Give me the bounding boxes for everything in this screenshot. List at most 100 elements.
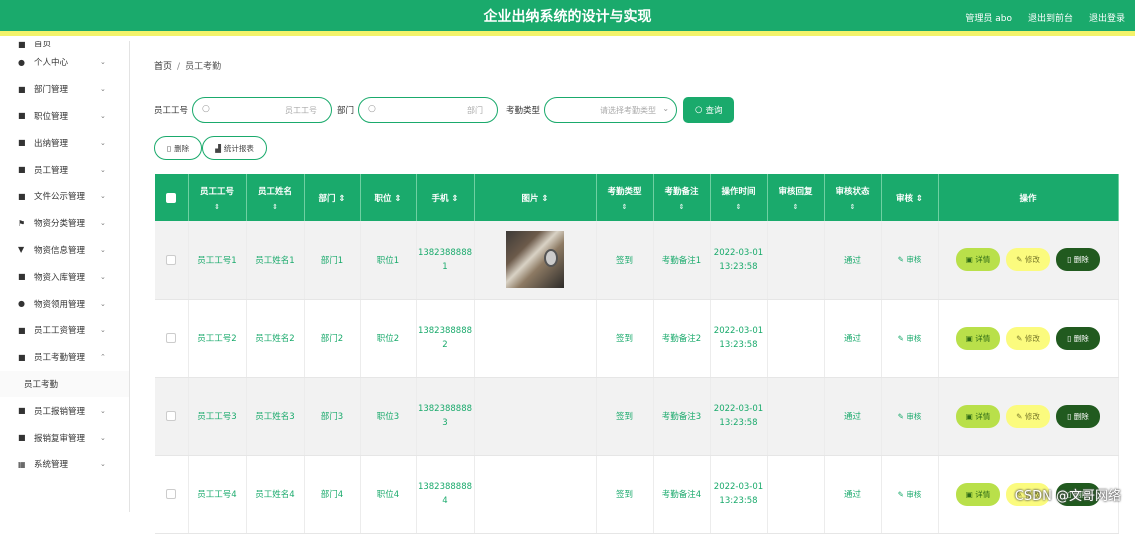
col-header[interactable]: 图片 ⇕ bbox=[474, 174, 596, 221]
col-header-label: 审核状态 bbox=[835, 187, 869, 197]
cell-reply bbox=[767, 221, 824, 299]
cell-emp-no: 员工工号1 bbox=[188, 221, 246, 299]
detail-button[interactable]: ▣ 详情 bbox=[956, 483, 1000, 506]
cell-remark: 考勤备注2 bbox=[653, 299, 710, 377]
row-checkbox[interactable] bbox=[166, 489, 176, 499]
select-all-checkbox[interactable] bbox=[166, 193, 176, 203]
back-to-front-link[interactable]: 退出到前台 bbox=[1028, 11, 1073, 24]
col-header[interactable]: 考勤备注⇕ bbox=[653, 174, 710, 221]
review-link[interactable]: ✎ 审核 bbox=[898, 334, 922, 343]
sidebar-item-label: 个人中心 bbox=[34, 56, 68, 68]
cell-status: 通过 bbox=[824, 377, 881, 455]
cell-reply bbox=[767, 299, 824, 377]
row-select-cell bbox=[155, 377, 188, 455]
sidebar-item-file-notice[interactable]: ■ 文件公示管理 ⌄ bbox=[0, 183, 129, 210]
row-checkbox[interactable] bbox=[166, 411, 176, 421]
col-header[interactable]: 员工姓名⇕ bbox=[246, 174, 304, 221]
trash-icon: ▯ bbox=[167, 144, 171, 153]
header-actions: 管理员 abo 退出到前台 退出登录 bbox=[965, 11, 1125, 24]
table-body: 员工工号1 员工姓名1 部门1 职位1 13823888881 签到 考勤备注1… bbox=[155, 221, 1118, 533]
review-link[interactable]: ✎ 审核 bbox=[898, 412, 922, 421]
sidebar-item-system[interactable]: ▦ 系统管理 ⌄ bbox=[0, 451, 129, 478]
sidebar-item-reimburse[interactable]: ■ 员工报销管理 ⌄ bbox=[0, 397, 129, 424]
sidebar-item-label: 员工考勤 bbox=[24, 378, 58, 390]
stats-report-label: 统计报表 bbox=[224, 143, 254, 154]
col-header[interactable]: 审核 ⇕ bbox=[881, 174, 938, 221]
chevron-down-icon: ⌄ bbox=[100, 166, 106, 174]
review-link[interactable]: ✎ 审核 bbox=[898, 490, 922, 499]
sort-icon: ⇕ bbox=[825, 203, 881, 211]
cell-review: ✎ 审核 bbox=[881, 221, 938, 299]
emp-no-input[interactable]: ○ 员工工号 bbox=[192, 97, 332, 123]
select-all-header bbox=[155, 174, 188, 221]
sidebar-item-material-info[interactable]: ▼ 物资信息管理 ⌄ bbox=[0, 237, 129, 264]
delete-button[interactable]: ▯ 删除 bbox=[1056, 405, 1100, 428]
edit-button[interactable]: ✎ 修改 bbox=[1006, 248, 1050, 271]
col-header[interactable]: 部门 ⇕ bbox=[304, 174, 360, 221]
sidebar-item-label: 系统管理 bbox=[34, 458, 68, 470]
edit-button[interactable]: ✎ 修改 bbox=[1006, 405, 1050, 428]
sort-icon: ⇕ bbox=[916, 194, 923, 204]
stats-report-button[interactable]: ▟ 统计报表 bbox=[202, 136, 267, 160]
sidebar-subitem-attendance[interactable]: 员工考勤 bbox=[0, 371, 129, 398]
cell-emp-no: 员工工号3 bbox=[188, 377, 246, 455]
sidebar-item-dept[interactable]: ■ 部门管理 ⌄ bbox=[0, 76, 129, 103]
cell-actions: ▣ 详情 ✎ 修改 ▯ 删除 bbox=[938, 377, 1118, 455]
cell-dept: 部门3 bbox=[304, 377, 360, 455]
detail-button[interactable]: ▣ 详情 bbox=[956, 405, 1000, 428]
search-button-label: 查询 bbox=[705, 104, 722, 116]
cell-position: 职位1 bbox=[360, 221, 416, 299]
col-header[interactable]: 考勤类型⇕ bbox=[596, 174, 653, 221]
chevron-up-icon: ⌃ bbox=[100, 353, 106, 361]
sidebar-item-material-category[interactable]: ⚑ 物资分类管理 ⌄ bbox=[0, 210, 129, 237]
sidebar-item-employee[interactable]: ■ 员工管理 ⌄ bbox=[0, 156, 129, 183]
row-checkbox[interactable] bbox=[166, 255, 176, 265]
sidebar-item-position[interactable]: ■ 职位管理 ⌄ bbox=[0, 103, 129, 130]
attendance-photo[interactable] bbox=[506, 231, 564, 288]
cell-review: ✎ 审核 bbox=[881, 377, 938, 455]
col-header[interactable]: 操作时间⇕ bbox=[710, 174, 767, 221]
col-header[interactable]: 手机 ⇕ bbox=[416, 174, 474, 221]
sidebar-item-cashier[interactable]: ■ 出纳管理 ⌄ bbox=[0, 129, 129, 156]
sidebar-item-salary[interactable]: ■ 员工工资管理 ⌄ bbox=[0, 317, 129, 344]
edit-icon: ✎ bbox=[1016, 334, 1022, 343]
dept-input[interactable]: ○ 部门 bbox=[358, 97, 498, 123]
dept-label: 部门 bbox=[337, 104, 354, 116]
col-header-label: 审核 bbox=[896, 194, 913, 204]
edit-button[interactable]: ✎ 修改 bbox=[1006, 327, 1050, 350]
sidebar-item-attendance-mgmt[interactable]: ■ 员工考勤管理 ⌃ bbox=[0, 344, 129, 371]
chevron-down-icon: ⌄ bbox=[100, 219, 106, 227]
search-button[interactable]: ○ 查询 bbox=[683, 97, 734, 123]
cell-position: 职位2 bbox=[360, 299, 416, 377]
table-row: 员工工号3 员工姓名3 部门3 职位3 13823888883 签到 考勤备注3… bbox=[155, 377, 1118, 455]
bulk-delete-button[interactable]: ▯ 删除 bbox=[154, 136, 202, 160]
col-header[interactable]: 员工工号⇕ bbox=[188, 174, 246, 221]
type-select[interactable]: 请选择考勤类型 ⌄ bbox=[544, 97, 677, 123]
money-icon: ■ bbox=[18, 326, 30, 335]
delete-button[interactable]: ▯ 删除 bbox=[1056, 248, 1100, 271]
breadcrumb-home[interactable]: 首页 bbox=[154, 62, 172, 72]
grid-icon: ■ bbox=[18, 406, 30, 415]
col-header[interactable]: 审核状态 ⇕ bbox=[824, 174, 881, 221]
sidebar-item-home[interactable]: ■ 首页 bbox=[0, 41, 129, 49]
chevron-down-icon: ⌄ bbox=[100, 139, 106, 147]
col-header-label: 操作时间 bbox=[721, 187, 755, 197]
col-header[interactable]: 职位 ⇕ bbox=[360, 174, 416, 221]
dept-placeholder: 部门 bbox=[467, 105, 483, 116]
col-header[interactable]: 审核回复⇕ bbox=[767, 174, 824, 221]
row-checkbox[interactable] bbox=[166, 333, 176, 343]
emp-no-label: 员工工号 bbox=[154, 104, 188, 116]
detail-button[interactable]: ▣ 详情 bbox=[956, 327, 1000, 350]
sidebar-item-label: 物资入库管理 bbox=[34, 271, 85, 283]
sidebar-item-personal-center[interactable]: ● 个人中心 ⌄ bbox=[0, 49, 129, 76]
row-select-cell bbox=[155, 299, 188, 377]
sidebar-item-material-use[interactable]: ● 物资领用管理 ⌄ bbox=[0, 290, 129, 317]
detail-button[interactable]: ▣ 详情 bbox=[956, 248, 1000, 271]
delete-button[interactable]: ▯ 删除 bbox=[1056, 327, 1100, 350]
logout-link[interactable]: 退出登录 bbox=[1089, 11, 1125, 24]
review-link[interactable]: ✎ 审核 bbox=[898, 255, 922, 264]
cell-type: 签到 bbox=[596, 377, 653, 455]
sidebar-item-material-inbound[interactable]: ■ 物资入库管理 ⌄ bbox=[0, 263, 129, 290]
sidebar-item-reimburse-review[interactable]: ■ 报销复审管理 ⌄ bbox=[0, 424, 129, 451]
cell-reply bbox=[767, 455, 824, 533]
